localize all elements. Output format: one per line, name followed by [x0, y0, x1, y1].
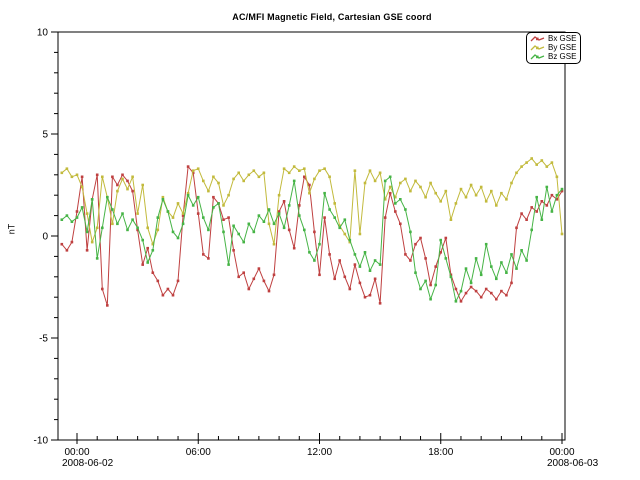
legend-label-by: By GSE: [548, 43, 576, 52]
svg-text:10: 10: [37, 28, 49, 39]
plot-frame: [58, 32, 565, 440]
bz-line-sample-icon: [530, 53, 545, 61]
series-bz-gse: [61, 176, 564, 303]
svg-text:-10: -10: [34, 436, 49, 447]
legend-label-bz: Bz GSE: [548, 52, 576, 61]
plot-area: 1050-5-1000:002008-06-0206:0012:0018:000…: [0, 0, 640, 480]
series-bz-gse-markers: [61, 176, 564, 303]
svg-text:5: 5: [42, 130, 48, 141]
svg-text:0: 0: [42, 232, 48, 243]
y-axis-tick-labels: 10 5 0 -5 -10: [34, 28, 49, 447]
series-by-gse: [61, 157, 564, 245]
y-axis-ticks: [51, 32, 58, 440]
x-axis-tick-labels: 00:002008-06-0206:0012:0018:0000:002008-…: [62, 447, 599, 469]
svg-text:00:00: 00:00: [64, 447, 89, 458]
x-axis-ticks: [77, 433, 562, 444]
svg-text:2008-06-03: 2008-06-03: [547, 458, 599, 469]
legend-label-bx: Bx GSE: [548, 34, 576, 43]
svg-text:12:00: 12:00: [307, 447, 332, 458]
legend-item-bx: Bx GSE: [530, 34, 576, 43]
bx-line-sample-icon: [530, 35, 545, 43]
legend-item-bz: Bz GSE: [530, 52, 576, 61]
svg-text:00:00: 00:00: [549, 447, 574, 458]
svg-text:-5: -5: [39, 334, 48, 345]
chart-canvas: AC/MFI Magnetic Field, Cartesian GSE coo…: [0, 0, 640, 480]
svg-text:06:00: 06:00: [186, 447, 211, 458]
by-line-sample-icon: [530, 44, 545, 52]
svg-text:2008-06-02: 2008-06-02: [62, 458, 114, 469]
legend: Bx GSE By GSE Bz GSE: [526, 32, 581, 64]
svg-text:18:00: 18:00: [428, 447, 453, 458]
legend-item-by: By GSE: [530, 43, 576, 52]
